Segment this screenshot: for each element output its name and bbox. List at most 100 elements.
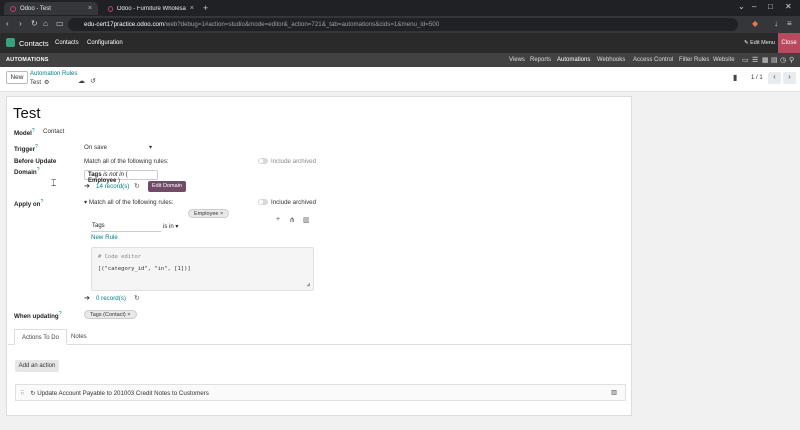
refresh-icon[interactable]: ↻ — [134, 182, 140, 190]
tab-actions-to-do[interactable]: Actions To Do — [14, 329, 67, 345]
breadcrumb-current-label: Test — [30, 80, 42, 86]
apps-menu-icon[interactable] — [6, 38, 15, 47]
when-updating-chip: Tags (Contact) × — [84, 310, 137, 319]
forward-icon[interactable]: › — [19, 19, 22, 28]
domain-open: ( — [125, 172, 128, 178]
arrow-right-icon: ➔ — [84, 183, 90, 190]
model-label-text: Model — [14, 130, 32, 138]
record-title[interactable]: Test — [13, 105, 41, 122]
reload-icon[interactable]: ↻ — [31, 19, 38, 28]
back-icon[interactable]: ‹ — [6, 19, 9, 28]
delete-rule-icon[interactable]: ▥ — [303, 216, 310, 224]
studio-access-control[interactable]: Access Control — [633, 57, 673, 63]
apply-on-label: Apply on? — [14, 199, 43, 208]
browser-tab-bar: Odoo - Test × Odoo - Furniture Wholesale… — [0, 0, 800, 16]
before-records-link[interactable]: 14 record(s) — [96, 183, 129, 190]
sync-icon: ↻ — [30, 390, 36, 397]
window-close-icon[interactable]: ✕ — [785, 2, 792, 11]
studio-close-button[interactable]: Close — [778, 33, 800, 53]
rule-operator-select[interactable]: is in ▾ — [162, 221, 184, 232]
help-icon[interactable]: ? — [59, 311, 62, 317]
tab-close-icon[interactable]: × — [190, 5, 194, 12]
help-icon[interactable]: ? — [37, 167, 40, 173]
edit-menu-label: Edit Menu — [750, 40, 775, 46]
add-branch-icon[interactable]: ⋔ — [289, 216, 295, 224]
tab-notes[interactable]: Notes — [64, 329, 94, 345]
app-name[interactable]: Contacts — [19, 39, 49, 48]
browser-tab-active[interactable]: Odoo - Test × — [4, 2, 98, 15]
home-icon[interactable]: ⌂ — [43, 19, 48, 28]
trigger-select[interactable]: On save ▾ — [84, 144, 152, 151]
pager-previous-icon[interactable]: ‹ — [768, 72, 781, 84]
browser-menu-icon[interactable]: ≡ — [787, 19, 792, 28]
kanban-view-icon[interactable]: ▦ — [762, 56, 769, 64]
mouse-cursor-icon: ⌶ — [51, 178, 57, 188]
edit-domain-button[interactable]: Edit Domain — [148, 181, 186, 192]
bookmark-icon[interactable]: ▭ — [56, 19, 64, 28]
include-archived-toggle-apply[interactable] — [258, 199, 268, 205]
form-view-icon[interactable]: ▭ — [742, 56, 749, 64]
search-icon[interactable]: ⚲ — [789, 56, 794, 64]
breadcrumb-parent[interactable]: Automation Rules — [30, 71, 77, 77]
list-view-icon[interactable]: ☰ — [752, 56, 758, 64]
add-rule-icon[interactable]: + — [276, 216, 280, 223]
dropdown-caret-icon: ▾ — [175, 224, 179, 230]
drag-handle-icon[interactable]: ⠿ — [20, 390, 25, 397]
edit-menu-button[interactable]: ✎ Edit Menu — [744, 40, 775, 46]
new-rule-link[interactable]: New Rule — [91, 234, 118, 241]
studio-filter-rules[interactable]: Filter Rules — [679, 57, 709, 63]
help-icon[interactable]: ? — [40, 199, 43, 205]
address-bar-row: ‹ › ↻ ⌂ ▭ edu-cert17practice.odoo.com/we… — [0, 16, 800, 33]
menu-contacts[interactable]: Contacts — [55, 40, 79, 46]
new-tab-icon[interactable]: + — [203, 3, 208, 13]
help-icon[interactable]: ? — [35, 144, 38, 150]
include-archived-label-before: Include archived — [271, 158, 317, 165]
tab-close-icon[interactable]: × — [88, 5, 92, 12]
calendar-view-icon[interactable]: ▤ — [771, 56, 778, 64]
tab-title: Odoo - Furniture Wholesale Comp... — [116, 5, 186, 12]
chip-remove-icon[interactable]: × — [220, 211, 223, 217]
minimize-icon[interactable]: – — [752, 2, 756, 11]
gear-icon[interactable]: ⚙ — [44, 80, 49, 86]
brave-shield-icon[interactable]: ◆ — [752, 19, 758, 28]
tab-search-icon[interactable]: ⌄ — [738, 2, 745, 11]
include-archived-label-apply: Include archived — [271, 199, 317, 206]
add-action-button[interactable]: Add an action — [15, 360, 59, 372]
studio-website[interactable]: Website — [713, 57, 735, 63]
chatter-toggle-icon[interactable]: ▮ — [733, 73, 737, 82]
action-row[interactable]: ⠿ ↻ Update Account Payable to 201003 Cre… — [15, 384, 626, 401]
chip-remove-icon[interactable]: × — [127, 312, 130, 318]
apply-domain-chip: Employee × — [188, 209, 230, 218]
downloads-icon[interactable]: ↓ — [774, 19, 778, 28]
maximize-icon[interactable]: □ — [768, 2, 773, 11]
studio-views[interactable]: Views — [509, 57, 525, 63]
trash-icon[interactable]: ▥ — [611, 389, 617, 396]
studio-automations[interactable]: Automations — [557, 57, 590, 63]
url-input[interactable]: edu-cert17practice.odoo.com/web?debug=1#… — [68, 18, 738, 31]
discard-icon[interactable]: ↺ — [90, 77, 96, 85]
tab-title: Odoo - Test — [20, 5, 51, 12]
caret-down-icon[interactable]: ▾ — [84, 199, 87, 206]
include-archived-toggle-before[interactable] — [258, 158, 268, 164]
trigger-label: Trigger? — [14, 144, 38, 153]
pager-value[interactable]: 1 / 1 — [751, 75, 763, 81]
pager-next-icon[interactable]: › — [783, 72, 796, 84]
studio-webhooks[interactable]: Webhooks — [597, 57, 625, 63]
odoo-navbar: Contacts Contacts Configuration ✎ Edit M… — [0, 33, 800, 53]
rule-field-select[interactable]: Tags — [91, 221, 161, 232]
resize-handle-icon[interactable]: ◢ — [306, 281, 310, 288]
save-cloud-icon[interactable]: ☁ — [78, 77, 85, 85]
when-updating-label-text: When updating — [14, 313, 59, 321]
new-button[interactable]: New — [6, 71, 28, 84]
apply-records-link[interactable]: 0 record(s) — [96, 295, 126, 302]
menu-configuration[interactable]: Configuration — [87, 40, 123, 46]
rule-operator-value: is in — [163, 224, 174, 230]
browser-tab[interactable]: Odoo - Furniture Wholesale Comp... × — [102, 2, 200, 15]
refresh-icon[interactable]: ↻ — [134, 294, 140, 302]
apply-match-text: Match all of the following rules: — [88, 199, 174, 206]
activity-view-icon[interactable]: ◷ — [780, 56, 786, 64]
code-editor[interactable]: # Code editor [("category_id", "in", [1]… — [91, 247, 314, 291]
help-icon[interactable]: ? — [32, 128, 35, 134]
action-text: Update Account Payable to 201003 Credit … — [37, 390, 209, 397]
studio-reports[interactable]: Reports — [530, 57, 551, 63]
